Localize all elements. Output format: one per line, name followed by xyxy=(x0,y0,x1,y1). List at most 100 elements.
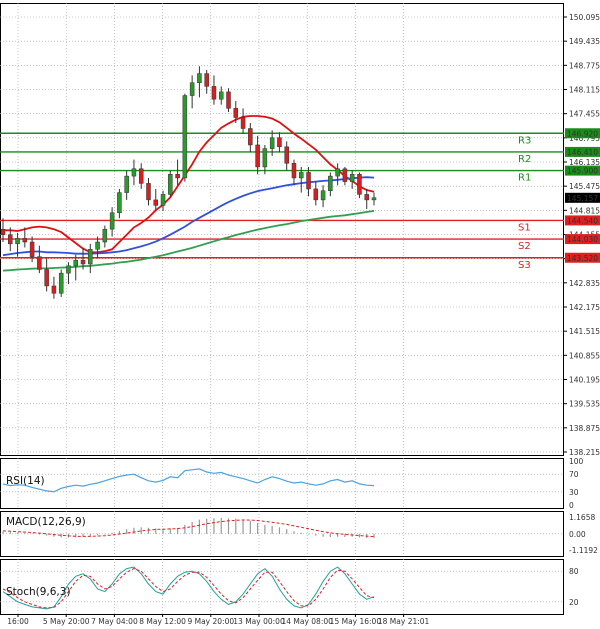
macd-bar xyxy=(358,533,361,538)
macd-bar xyxy=(198,519,201,534)
macd-bar xyxy=(147,527,150,534)
level-price-label: 146.920 xyxy=(567,129,598,138)
x-tick-label: 15 May 16:00 xyxy=(330,617,382,626)
candle-body xyxy=(233,108,239,118)
macd-bar xyxy=(38,533,40,535)
current-price-label: 145.157 xyxy=(567,194,598,203)
candle-body xyxy=(88,249,93,265)
stoch-pane-frame xyxy=(0,559,564,615)
macd-bar xyxy=(271,525,273,534)
candle-body xyxy=(182,95,188,179)
y-tick-label: 145.475 xyxy=(569,182,600,191)
candle-body xyxy=(204,73,209,87)
x-tick-label: 18 May 21:01 xyxy=(378,617,430,626)
macd-bar xyxy=(235,518,237,534)
candle-body xyxy=(364,194,369,201)
macd-bar xyxy=(96,533,99,536)
candle-body xyxy=(277,137,282,148)
macd-bar xyxy=(89,533,91,537)
y-tick-label: 141.515 xyxy=(569,327,600,336)
candle-body xyxy=(66,265,71,274)
macd-bar xyxy=(337,533,339,537)
candle-body xyxy=(95,241,100,250)
candle-body xyxy=(8,234,13,245)
y-tick-label: 140.855 xyxy=(569,351,600,360)
candle-body xyxy=(44,269,49,287)
macd-bar xyxy=(104,533,106,535)
macd-bar xyxy=(213,518,215,534)
macd-bar xyxy=(264,524,266,534)
y-tick-label: 148.775 xyxy=(569,61,600,70)
macd-bar xyxy=(286,529,288,534)
candle-body xyxy=(73,260,78,267)
macd-bar xyxy=(329,533,331,538)
macd-bar xyxy=(315,533,317,536)
candle-body xyxy=(124,175,129,193)
candle-body xyxy=(248,128,253,146)
level-price-label: 144.030 xyxy=(567,235,598,244)
rsi-pane-frame xyxy=(0,458,564,509)
y-tick-label: 139.535 xyxy=(569,400,600,409)
level-price-label: 143.520 xyxy=(567,254,598,263)
stoch-tick-label: 20 xyxy=(569,598,579,607)
candle-body xyxy=(299,172,304,179)
macd-bar xyxy=(242,519,244,534)
candle-body xyxy=(37,256,42,270)
macd-bar xyxy=(111,532,113,534)
level-label-r2: R2 xyxy=(518,154,531,165)
forex-chart: 150.095149.435148.775148.115147.455146.7… xyxy=(0,3,600,626)
x-tick-label: 13 May 00:00 xyxy=(233,617,285,626)
level-label-r1: R1 xyxy=(518,173,531,184)
candle-body xyxy=(357,174,362,195)
y-tick-label: 138.215 xyxy=(569,448,600,457)
candle-body xyxy=(349,174,355,182)
y-tick-label: 142.175 xyxy=(569,303,600,312)
candle-body xyxy=(240,117,246,129)
candle-body xyxy=(189,82,195,96)
rsi-tick-label: 30 xyxy=(569,488,579,497)
macd-bar xyxy=(184,524,186,534)
macd-bar xyxy=(373,533,375,539)
candle-body xyxy=(320,190,326,201)
macd-bar xyxy=(133,527,135,534)
candle-body xyxy=(175,174,180,179)
y-tick-label: 150.095 xyxy=(569,13,600,22)
candle-body xyxy=(371,197,377,201)
rsi-tick-label: 0 xyxy=(569,501,574,510)
x-tick-label: 9 May 20:00 xyxy=(187,617,234,626)
candle-body xyxy=(131,168,137,177)
candle-body xyxy=(102,228,108,243)
macd-bar xyxy=(278,527,281,534)
candle-body xyxy=(197,73,202,83)
rsi-title: RSI(14) xyxy=(6,475,45,487)
candle-body xyxy=(0,228,6,235)
x-tick-label: 16:00 xyxy=(7,617,29,626)
level-label-s2: S2 xyxy=(518,241,531,252)
candle-body xyxy=(218,91,224,100)
candle-body xyxy=(306,172,311,190)
candle-body xyxy=(226,91,231,109)
macd-tick-label: 0.00 xyxy=(569,530,586,539)
candle-body xyxy=(284,146,289,164)
macd-bar xyxy=(249,520,251,534)
candle-body xyxy=(160,194,166,206)
macd-bar xyxy=(220,517,222,534)
level-price-label: 146.410 xyxy=(567,148,598,157)
y-tick-label: 142.835 xyxy=(569,279,600,288)
level-label-r3: R3 xyxy=(518,135,531,146)
y-tick-label: 147.455 xyxy=(569,110,600,119)
candle-body xyxy=(138,168,144,184)
level-label-s3: S3 xyxy=(518,260,531,271)
candle-body xyxy=(291,163,297,179)
candle-body xyxy=(29,241,35,257)
macd-bar xyxy=(257,523,259,534)
macd-bar xyxy=(46,533,48,536)
level-price-label: 144.540 xyxy=(567,216,598,225)
macd-bar xyxy=(206,518,208,534)
macd-bar xyxy=(126,529,128,534)
candle-body xyxy=(313,188,319,201)
candle-body xyxy=(22,238,28,243)
candle-body xyxy=(255,144,260,168)
y-tick-label: 140.195 xyxy=(569,376,600,385)
x-tick-label: 7 May 04:00 xyxy=(91,617,138,626)
